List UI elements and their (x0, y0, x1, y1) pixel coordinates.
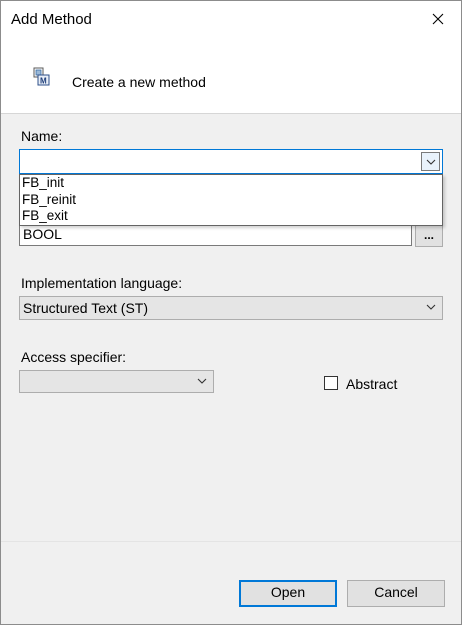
access-specifier-select[interactable] (19, 370, 214, 393)
implementation-language-value: Structured Text (ST) (23, 300, 149, 316)
return-type-field[interactable]: BOOL (19, 225, 412, 246)
close-icon (432, 13, 444, 25)
dropdown-option-fb-reinit[interactable]: FB_reinit (20, 192, 442, 209)
implementation-language-label: Implementation language: (21, 275, 183, 291)
svg-text:M: M (40, 77, 47, 86)
chevron-down-icon (197, 378, 207, 384)
chevron-down-icon (426, 159, 435, 165)
implementation-language-select[interactable]: Structured Text (ST) (19, 296, 443, 320)
name-dropdown-list: FB_init FB_reinit FB_exit (19, 174, 443, 226)
title-bar: Add Method (1, 1, 461, 37)
access-specifier-label: Access specifier: (21, 349, 127, 365)
cancel-button[interactable]: Cancel (347, 580, 445, 607)
name-label: Name: (21, 128, 63, 144)
button-divider (1, 541, 461, 542)
dialog-header: M Create a new method (1, 37, 461, 114)
add-method-dialog: Add Method M Create a new method Name: B… (0, 0, 462, 625)
header-text: Create a new method (72, 74, 206, 90)
dropdown-option-fb-init[interactable]: FB_init (20, 175, 442, 192)
abstract-checkbox[interactable] (324, 376, 338, 390)
close-button[interactable] (415, 1, 461, 37)
browse-return-type-button[interactable]: ... (415, 225, 443, 247)
dropdown-option-fb-exit[interactable]: FB_exit (20, 208, 442, 225)
open-button[interactable]: Open (239, 580, 337, 607)
method-icon: M (33, 67, 50, 86)
window-title: Add Method (11, 11, 92, 28)
abstract-label: Abstract (346, 376, 398, 392)
chevron-down-icon (426, 304, 436, 310)
name-dropdown-button[interactable] (421, 152, 440, 171)
name-combobox[interactable] (19, 149, 443, 174)
